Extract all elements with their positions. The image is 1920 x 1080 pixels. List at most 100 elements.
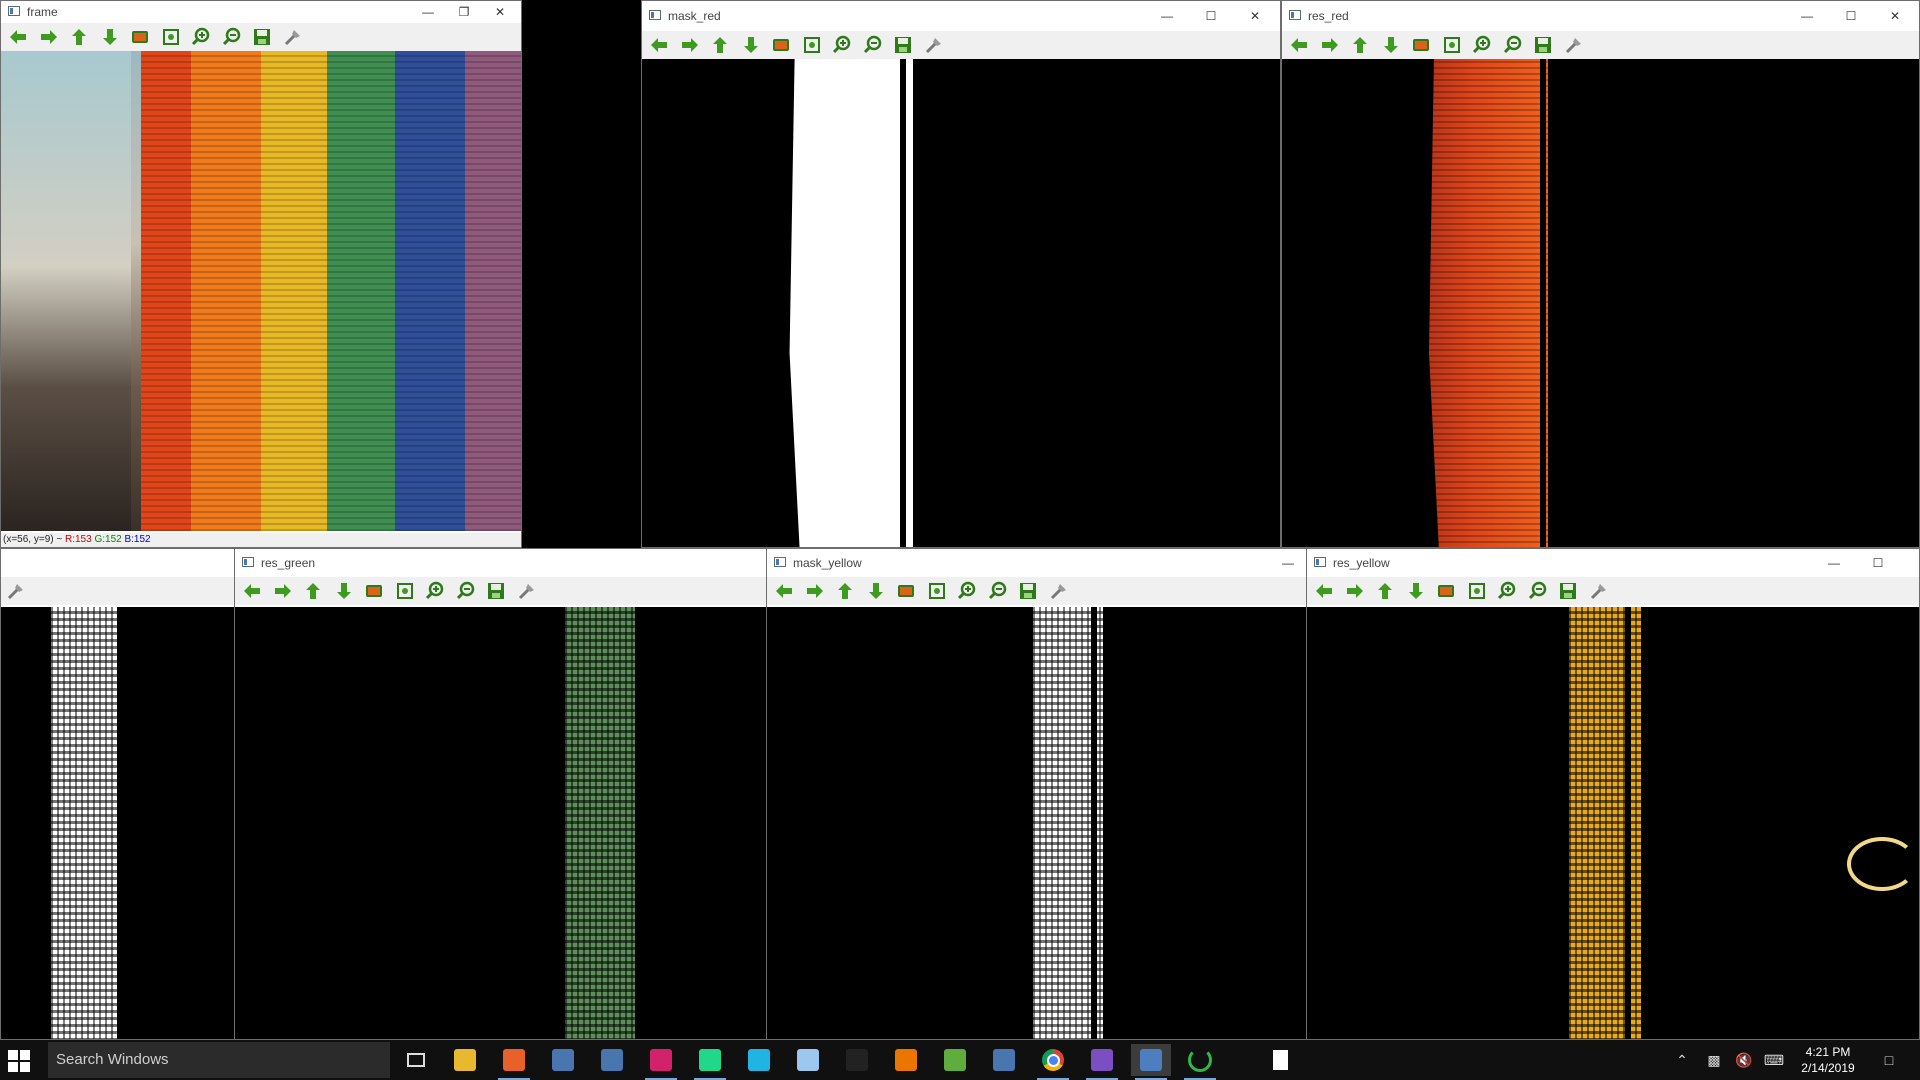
webstorm-icon[interactable] <box>739 1044 779 1076</box>
arrow-up-icon[interactable] <box>834 580 856 602</box>
maximize-button[interactable]: ☐ <box>1859 552 1897 574</box>
window-mask-yellow[interactable]: mask_yellow — <box>766 548 1307 1040</box>
properties-icon[interactable] <box>1588 580 1610 602</box>
properties-icon[interactable] <box>5 580 27 602</box>
window-res-red[interactable]: res_red — ☐ ✕ <box>1281 0 1920 548</box>
unity-icon[interactable] <box>837 1044 877 1076</box>
intellij-icon[interactable] <box>641 1044 681 1080</box>
save-icon[interactable] <box>1017 580 1039 602</box>
title-bar[interactable]: mask_red — ☐ ✕ <box>642 1 1280 31</box>
close-button[interactable]: ✕ <box>1236 5 1274 27</box>
app-icon[interactable] <box>543 1044 583 1076</box>
arrow-up-icon[interactable] <box>709 34 731 56</box>
window-mask-green[interactable] <box>0 548 235 1040</box>
arrow-left-icon[interactable] <box>648 34 670 56</box>
app-icon[interactable] <box>984 1044 1024 1076</box>
image-canvas[interactable] <box>235 607 766 1039</box>
restore-button[interactable]: ❐ <box>445 1 483 23</box>
notepad-icon[interactable] <box>935 1044 975 1076</box>
arrow-right-icon[interactable] <box>804 580 826 602</box>
file-explorer-icon[interactable] <box>445 1044 485 1076</box>
save-icon[interactable] <box>1557 580 1579 602</box>
arrow-down-icon[interactable] <box>740 34 762 56</box>
properties-icon[interactable] <box>1563 34 1585 56</box>
arrow-down-icon[interactable] <box>865 580 887 602</box>
zoom-out-icon[interactable] <box>1502 34 1524 56</box>
task-view-icon[interactable] <box>396 1044 436 1076</box>
zoom-out-icon[interactable] <box>1527 580 1549 602</box>
image-canvas[interactable] <box>1 607 234 1039</box>
arrow-down-icon[interactable] <box>1380 34 1402 56</box>
properties-icon[interactable] <box>1048 580 1070 602</box>
zoom-in-icon[interactable] <box>1496 580 1518 602</box>
zoom-out-icon[interactable] <box>862 34 884 56</box>
window-res-yellow[interactable]: res_yellow — ☐ <box>1306 548 1920 1040</box>
zoom-fit-icon[interactable] <box>1441 34 1463 56</box>
action-center-icon[interactable]: □ <box>1874 1040 1904 1080</box>
chrome-icon[interactable] <box>1033 1044 1073 1080</box>
app-icon[interactable] <box>592 1044 632 1076</box>
close-button[interactable]: ✕ <box>1876 5 1914 27</box>
network-icon[interactable]: ▩ <box>1700 1040 1728 1080</box>
zoom-in-icon[interactable] <box>831 34 853 56</box>
title-bar[interactable]: mask_yellow — <box>767 549 1306 577</box>
arrow-left-icon[interactable] <box>1313 580 1335 602</box>
image-icon[interactable] <box>129 26 151 48</box>
title-bar[interactable]: res_red — ☐ ✕ <box>1282 1 1919 31</box>
zoom-out-icon[interactable] <box>987 580 1009 602</box>
save-icon[interactable] <box>1532 34 1554 56</box>
maximize-button[interactable]: ☐ <box>1192 5 1230 27</box>
clock[interactable]: 4:21 PM 2/14/2019 <box>1790 1044 1866 1076</box>
minimize-button[interactable]: — <box>1269 552 1306 574</box>
zoom-out-icon[interactable] <box>221 26 243 48</box>
arrow-up-icon[interactable] <box>1349 34 1371 56</box>
zoom-in-icon[interactable] <box>1471 34 1493 56</box>
volume-muted-icon[interactable]: 🔇 <box>1730 1040 1758 1080</box>
minimize-button[interactable]: — <box>1815 552 1853 574</box>
arrow-up-icon[interactable] <box>302 580 324 602</box>
image-icon[interactable] <box>895 580 917 602</box>
zoom-fit-icon[interactable] <box>926 580 948 602</box>
pycharm-icon[interactable] <box>690 1044 730 1080</box>
minimize-button[interactable]: — <box>1148 5 1186 27</box>
keyboard-icon[interactable]: ⌨ <box>1760 1040 1788 1080</box>
minimize-button[interactable]: — <box>1788 5 1826 27</box>
save-icon[interactable] <box>485 580 507 602</box>
zoom-fit-icon[interactable] <box>801 34 823 56</box>
image-canvas[interactable] <box>1282 59 1919 547</box>
zoom-fit-icon[interactable] <box>160 26 182 48</box>
image-icon[interactable] <box>770 34 792 56</box>
image-icon[interactable] <box>1435 580 1457 602</box>
network-app-icon[interactable] <box>1131 1044 1171 1080</box>
arrow-left-icon[interactable] <box>241 580 263 602</box>
arrow-down-icon[interactable] <box>99 26 121 48</box>
close-button[interactable]: ✕ <box>481 1 519 23</box>
zoom-fit-icon[interactable] <box>394 580 416 602</box>
arrow-right-icon[interactable] <box>679 34 701 56</box>
image-canvas[interactable] <box>1 51 521 531</box>
minimize-button[interactable]: — <box>409 1 447 23</box>
visual-studio-icon[interactable] <box>1082 1044 1122 1080</box>
search-windows-box[interactable]: Search Windows <box>48 1042 390 1078</box>
blender-icon[interactable] <box>886 1044 926 1076</box>
window-frame[interactable]: frame — ❐ ✕ (x=56, y=9) ~ R:153 G:152 B:… <box>0 0 522 548</box>
arrow-right-icon[interactable] <box>38 26 60 48</box>
image-icon[interactable] <box>363 580 385 602</box>
window-res-green[interactable]: res_green <box>234 548 767 1040</box>
image-canvas[interactable] <box>767 607 1306 1039</box>
arrow-left-icon[interactable] <box>773 580 795 602</box>
arrow-up-icon[interactable] <box>1374 580 1396 602</box>
save-icon[interactable] <box>892 34 914 56</box>
arrow-down-icon[interactable] <box>333 580 355 602</box>
properties-icon[interactable] <box>282 26 304 48</box>
title-bar[interactable]: res_green <box>235 549 766 577</box>
properties-icon[interactable] <box>516 580 538 602</box>
properties-icon[interactable] <box>923 34 945 56</box>
image-icon[interactable] <box>1410 34 1432 56</box>
arrow-left-icon[interactable] <box>1288 34 1310 56</box>
image-canvas[interactable] <box>1307 607 1919 1039</box>
cube-icon[interactable] <box>788 1044 828 1076</box>
tray-chevron-icon[interactable]: ⌃ <box>1670 1040 1694 1080</box>
windows-start-icon[interactable] <box>8 1050 30 1072</box>
zoom-out-icon[interactable] <box>455 580 477 602</box>
